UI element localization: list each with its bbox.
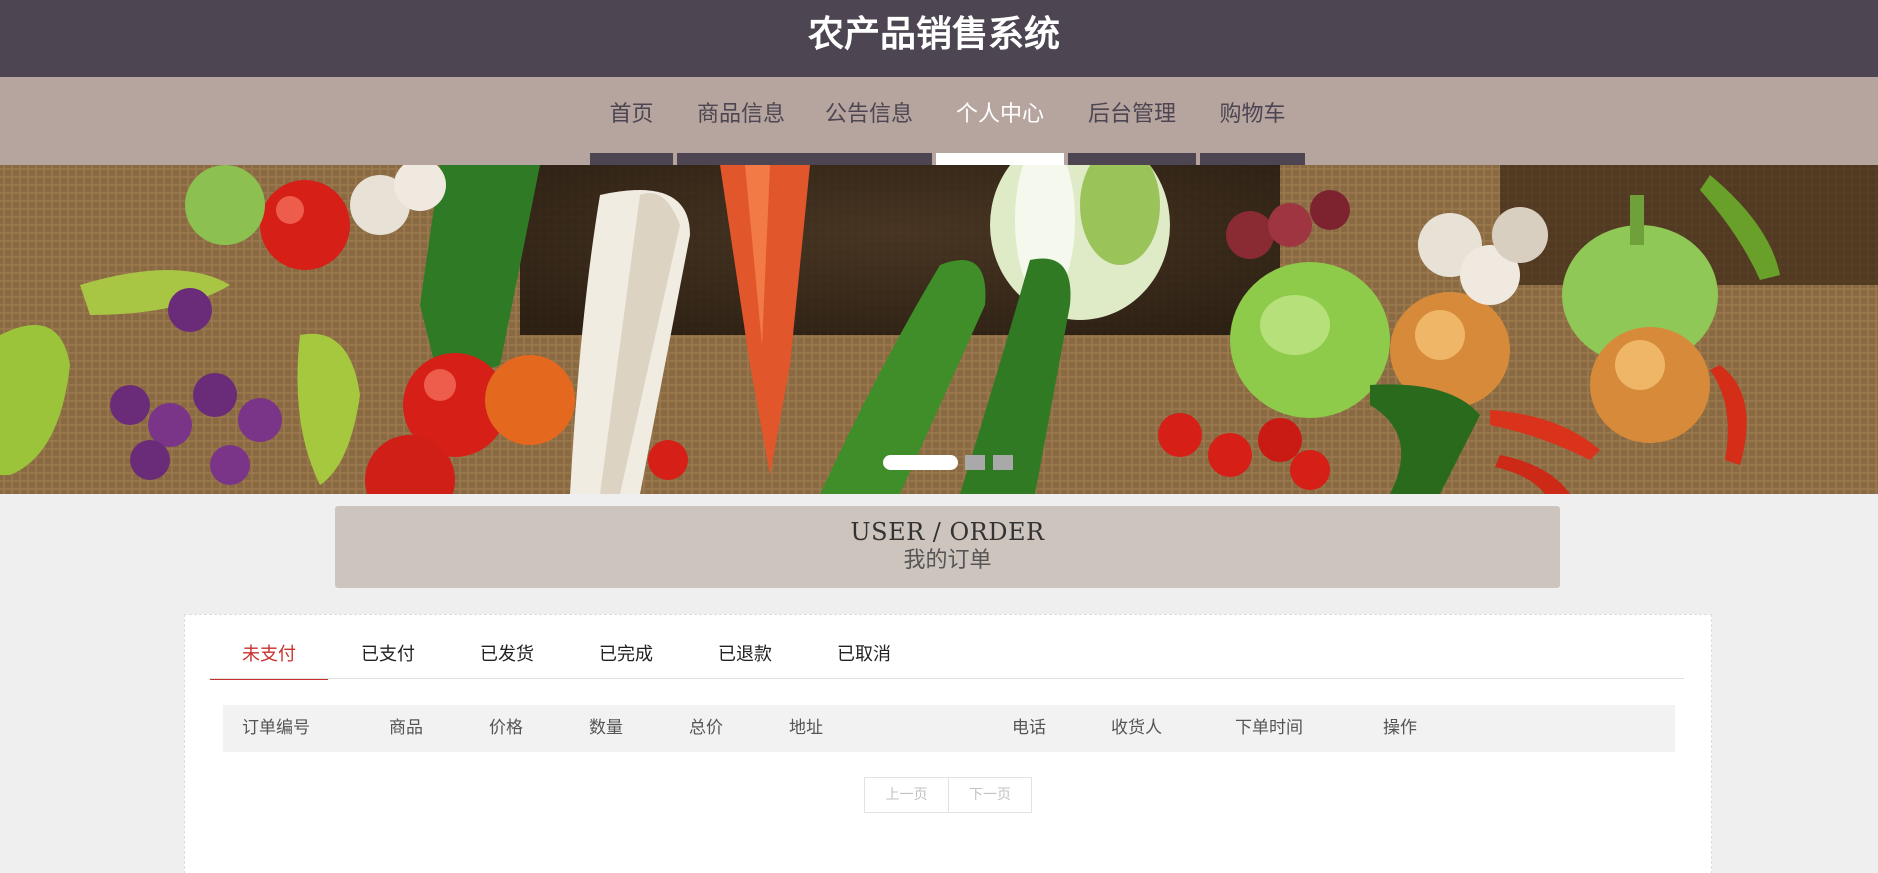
section-header: USER / ORDER 我的订单 xyxy=(335,506,1560,588)
nav-personal-center-label: 个人中心 xyxy=(955,102,1044,127)
tab-unpaid-label: 未支付 xyxy=(242,644,296,665)
next-page-button[interactable]: 下一页 xyxy=(948,778,1031,812)
nav-personal-center[interactable]: 个人中心 xyxy=(936,77,1064,165)
banner-dot-2[interactable] xyxy=(965,455,985,470)
tab-refunded-label: 已退款 xyxy=(718,644,772,665)
tab-refunded[interactable]: 已退款 xyxy=(686,642,804,680)
tab-unpaid[interactable]: 未支付 xyxy=(210,642,328,680)
nav-cart-label: 购物车 xyxy=(1219,102,1286,127)
banner-dot-1[interactable] xyxy=(883,455,958,470)
nav-cart[interactable]: 购物车 xyxy=(1200,77,1305,165)
prev-page-button[interactable]: 上一页 xyxy=(865,778,948,812)
nav-home-underline xyxy=(590,153,673,165)
tab-shipped[interactable]: 已发货 xyxy=(448,642,566,680)
vegetable-banner xyxy=(0,165,1878,494)
tabs-divider xyxy=(209,678,1684,679)
col-actions: 操作 xyxy=(1383,718,1417,738)
col-price: 价格 xyxy=(489,718,523,738)
tab-shipped-label: 已发货 xyxy=(480,644,534,665)
pagination: 上一页 下一页 xyxy=(864,777,1032,813)
tab-completed-label: 已完成 xyxy=(599,644,653,665)
tab-paid-label: 已支付 xyxy=(361,644,415,665)
col-order-number: 订单编号 xyxy=(242,718,310,738)
section-title-en: USER / ORDER xyxy=(850,518,1045,546)
col-address: 地址 xyxy=(789,718,823,738)
col-phone: 电话 xyxy=(1012,718,1046,738)
col-total: 总价 xyxy=(689,718,723,738)
nav-home[interactable]: 首页 xyxy=(590,77,673,165)
top-header: 农产品销售系统 xyxy=(0,0,1878,77)
nav-notices-label: 公告信息 xyxy=(824,102,913,127)
banner-dot-3[interactable] xyxy=(993,455,1013,470)
tab-cancelled[interactable]: 已取消 xyxy=(805,642,923,680)
nav-admin-underline xyxy=(1068,153,1196,165)
nav-personal-center-underline xyxy=(936,153,1064,165)
nav-notices[interactable]: 公告信息 xyxy=(820,77,918,165)
nav-products-label: 商品信息 xyxy=(696,102,785,127)
col-receiver: 收货人 xyxy=(1111,718,1162,738)
nav-home-label: 首页 xyxy=(609,102,654,127)
order-panel: 未支付 已支付 已发货 已完成 已退款 已取消 订单编号 商品 价格 数量 总价… xyxy=(184,614,1712,873)
tab-paid[interactable]: 已支付 xyxy=(329,642,447,680)
nav-cart-underline xyxy=(1200,153,1305,165)
nav-admin-label: 后台管理 xyxy=(1087,102,1176,127)
tab-completed[interactable]: 已完成 xyxy=(567,642,685,680)
main-nav: 首页 商品信息 公告信息 个人中心 后台管理 购物车 xyxy=(0,77,1878,165)
col-quantity: 数量 xyxy=(589,718,623,738)
section-title-cn: 我的订单 xyxy=(903,548,992,573)
site-title: 农产品销售系统 xyxy=(807,14,1060,55)
vegetable-banner-illustration xyxy=(0,165,1878,494)
order-table-header: 订单编号 商品 价格 数量 总价 地址 电话 收货人 下单时间 操作 xyxy=(223,705,1675,752)
tab-cancelled-label: 已取消 xyxy=(837,644,891,665)
col-product: 商品 xyxy=(389,718,423,738)
nav-admin[interactable]: 后台管理 xyxy=(1068,77,1196,165)
col-order-time: 下单时间 xyxy=(1235,718,1303,738)
